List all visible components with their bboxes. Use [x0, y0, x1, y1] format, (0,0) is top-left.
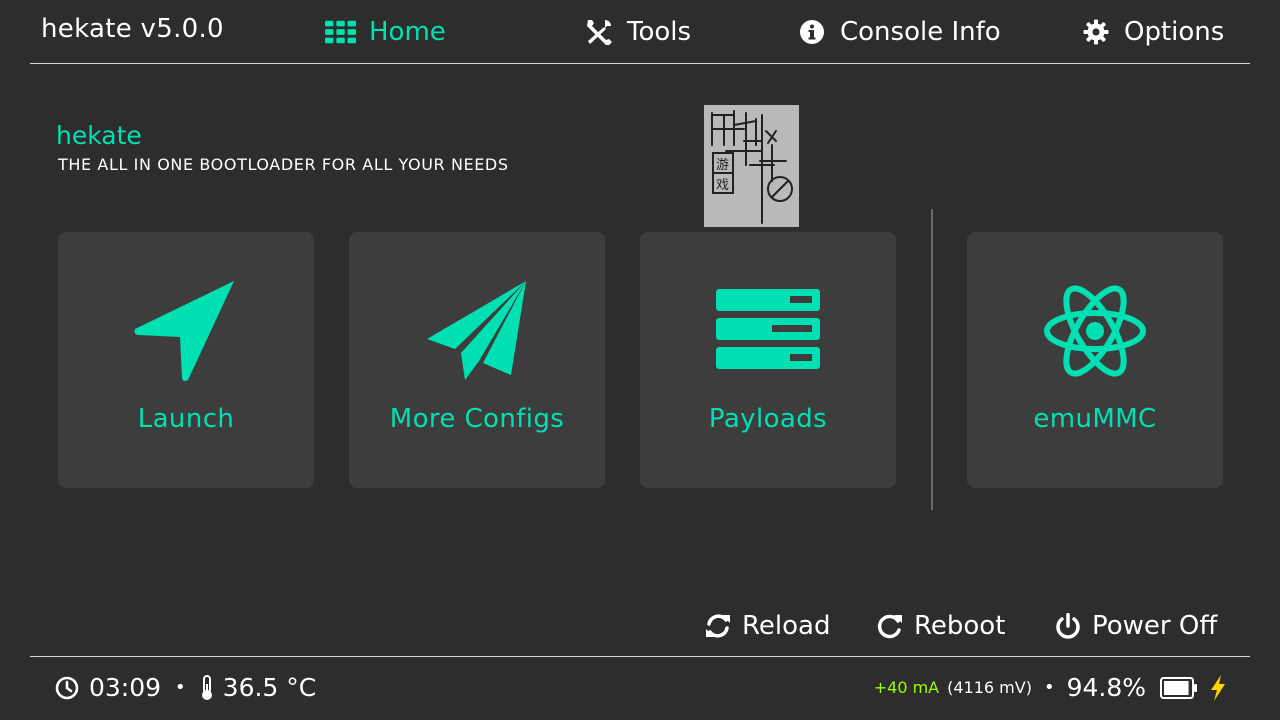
launch-card[interactable]: Launch — [58, 232, 314, 488]
temperature-value: 36.5 °C — [222, 673, 317, 702]
more-configs-label: More Configs — [389, 404, 565, 434]
emummc-card[interactable]: emuMMC — [967, 232, 1223, 488]
reboot-button[interactable]: Reboot — [876, 608, 1005, 644]
battery-percent: 94.8% — [1066, 673, 1146, 702]
reboot-label: Reboot — [914, 611, 1006, 641]
separator: • — [1043, 677, 1055, 698]
app-title: hekate v5.0.0 — [41, 14, 224, 44]
logo-image: 游 戏 — [704, 105, 799, 227]
atom-icon — [1040, 276, 1150, 386]
top-bar: hekate v5.0.0 Home Tools Console Info Op… — [30, 0, 1250, 64]
payloads-label: Payloads — [708, 404, 828, 434]
charging-bolt-icon — [1210, 674, 1226, 701]
launch-label: Launch — [137, 404, 235, 434]
brand-tagline: THE ALL IN ONE BOOTLOADER FOR ALL YOUR N… — [58, 155, 509, 174]
tab-tools-label: Tools — [627, 17, 692, 47]
status-bar: 03:09 • 36.5 °C +40 mA (4116 mV) • 94.8% — [30, 656, 1250, 720]
tab-console-info-label: Console Info — [840, 17, 1001, 47]
tools-icon — [583, 18, 615, 46]
emummc-label: emuMMC — [1033, 404, 1157, 434]
location-arrow-icon — [131, 276, 241, 386]
reload-button[interactable]: Reload — [704, 608, 830, 644]
brand-name: hekate — [56, 121, 142, 150]
tab-home-label: Home — [369, 17, 446, 47]
clock-icon — [54, 675, 80, 701]
status-left: 03:09 • 36.5 °C — [54, 673, 316, 702]
tab-options-label: Options — [1124, 17, 1225, 47]
gear-icon — [1080, 18, 1112, 46]
reload-label: Reload — [742, 611, 831, 641]
tab-options[interactable]: Options — [1080, 14, 1224, 50]
redo-icon — [876, 612, 904, 640]
battery-icon — [1160, 676, 1198, 699]
svg-text:游: 游 — [716, 158, 729, 173]
thermometer-icon — [200, 674, 214, 701]
more-configs-card[interactable]: More Configs — [349, 232, 605, 488]
grid-icon — [325, 18, 357, 46]
power-icon — [1054, 612, 1082, 640]
tab-home[interactable]: Home — [325, 14, 446, 50]
power-off-button[interactable]: Power Off — [1054, 608, 1217, 644]
paper-plane-icon — [422, 276, 532, 386]
payloads-card[interactable]: Payloads — [640, 232, 896, 488]
tab-tools[interactable]: Tools — [583, 14, 691, 50]
tab-console-info[interactable]: Console Info — [796, 14, 1001, 50]
power-off-label: Power Off — [1092, 611, 1218, 641]
battery-voltage: (4116 mV) — [947, 678, 1032, 697]
server-stack-icon — [713, 276, 823, 386]
status-right: +40 mA (4116 mV) • 94.8% — [874, 673, 1226, 702]
battery-current: +40 mA — [873, 678, 940, 697]
separator: • — [175, 677, 186, 698]
svg-text:戏: 戏 — [716, 178, 729, 193]
reload-icon — [704, 612, 732, 640]
hekate-main-screen: hekate v5.0.0 Home Tools Console Info Op… — [0, 0, 1280, 720]
clock-time: 03:09 — [89, 673, 162, 702]
info-icon — [796, 18, 828, 46]
section-divider — [931, 209, 933, 510]
